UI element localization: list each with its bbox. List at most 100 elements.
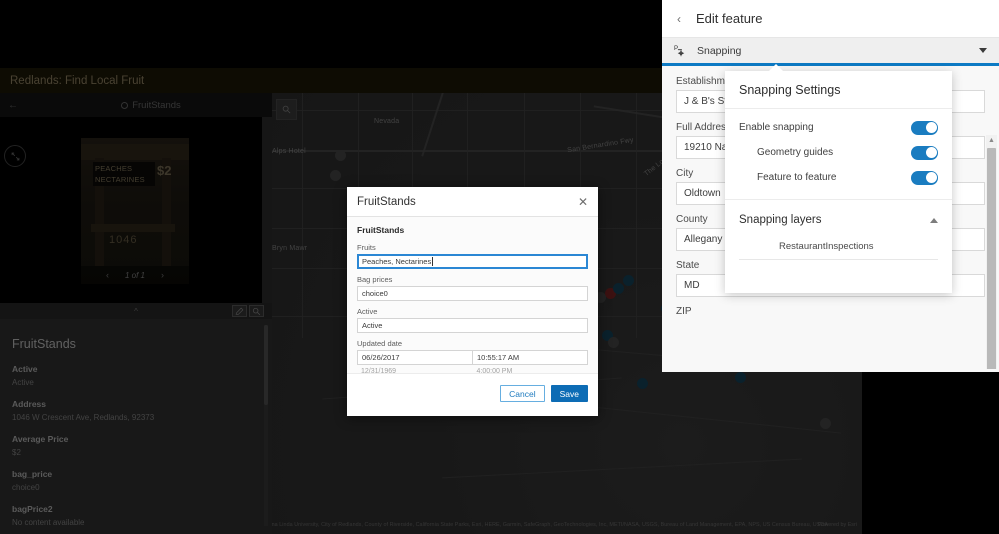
photo-prev-button[interactable]: ‹: [106, 270, 109, 280]
field-label: ZIP: [676, 306, 692, 317]
modal-section-title: FruitStands: [357, 225, 405, 235]
fruits-input[interactable]: Peaches, Nectarines: [357, 254, 588, 269]
popup-panel-topbar: ← FruitStands: [0, 93, 272, 117]
form-field-fruits: Fruits Peaches, Nectarines: [357, 243, 588, 269]
photo-next-button[interactable]: ›: [161, 270, 164, 280]
map-point[interactable]: [335, 150, 346, 161]
feature-attributes-panel[interactable]: FruitStands Active Active Address 1046 W…: [0, 319, 272, 534]
photo-shelf: [91, 224, 175, 232]
snapping-settings-title: Snapping Settings: [725, 71, 952, 109]
modal-title: FruitStands: [357, 195, 416, 208]
svg-text:P: P: [674, 45, 678, 52]
toggle-row-enable-snapping[interactable]: Enable snapping: [725, 115, 952, 140]
popup-tool-buttons: [232, 305, 264, 317]
attribute-value: $2: [12, 448, 21, 457]
form-field-updated-date: Updated date 06/26/2017 10:55:17 AM 12/3…: [357, 339, 588, 375]
attribute-row: Address 1046 W Crescent Ave, Redlands, 9…: [12, 399, 260, 422]
photo-sign: PEACHES NECTARINES: [93, 162, 155, 186]
attribute-row: bagPrice2 No content available: [12, 504, 260, 527]
edit-field-zip: ZIP: [676, 306, 985, 317]
attribute-value: choice0: [12, 483, 40, 492]
updated-date-value: 06/26/2017: [362, 353, 400, 362]
save-button[interactable]: Save: [550, 385, 588, 402]
snapping-toggle-row[interactable]: P Snapping: [662, 38, 999, 66]
updated-date-hint-date: 12/31/1969: [361, 368, 397, 375]
app-title: Redlands: Find Local Fruit: [10, 74, 145, 87]
updated-time-value: 10:55:17 AM: [477, 353, 520, 362]
map-point[interactable]: [623, 275, 634, 286]
snapping-icon: P: [674, 45, 685, 56]
feature-photo[interactable]: PEACHES NECTARINES $2 1046 ‹ 1 of 1 ›: [81, 138, 189, 284]
expand-collapse-button[interactable]: [4, 145, 26, 167]
updated-time-input[interactable]: 10:55:17 AM: [473, 350, 588, 365]
enable-snapping-switch[interactable]: [911, 120, 938, 135]
snapping-layers-header[interactable]: Snapping layers: [725, 200, 952, 232]
updated-date-input[interactable]: 06/26/2017: [357, 350, 473, 365]
photo-sign-line2: NECTARINES: [95, 175, 145, 184]
map-point[interactable]: [637, 378, 648, 389]
edit-feature-button[interactable]: [232, 305, 247, 317]
modal-header: FruitStands ✕: [347, 187, 598, 217]
county-value: Allegany: [684, 234, 723, 245]
active-input[interactable]: Active: [357, 318, 588, 333]
photo-navigation: ‹ 1 of 1 ›: [81, 266, 189, 284]
state-value: MD: [684, 280, 700, 291]
text-caret: [432, 257, 434, 266]
edit-panel-scrollbar-thumb[interactable]: [987, 148, 996, 369]
map-point[interactable]: [613, 283, 624, 294]
magnifier-icon: [252, 307, 261, 315]
modal-body: FruitStands Fruits Peaches, Nectarines B…: [347, 217, 598, 375]
map-point[interactable]: [608, 337, 619, 348]
chevron-left-icon[interactable]: ‹: [662, 12, 696, 26]
modal-footer: Cancel Save: [347, 373, 598, 413]
switch-knob: [925, 147, 937, 158]
fruitstands-edit-modal: FruitStands ✕ FruitStands Fruits Peaches…: [347, 187, 598, 416]
field-label: Updated date: [357, 339, 403, 348]
edit-panel-header: ‹ Edit feature: [662, 0, 999, 38]
photo-counter: 1 of 1: [124, 270, 145, 280]
map-label: Alps Hotel: [272, 148, 306, 155]
map-powered-by: Powered by Esri: [817, 522, 857, 528]
updated-date-hint: 12/31/1969 4:00:00 PM: [357, 368, 588, 375]
toggle-label: Geometry guides: [757, 147, 834, 158]
map-search-button[interactable]: [276, 99, 297, 120]
field-label: Bag prices: [357, 275, 393, 284]
feature-to-feature-switch[interactable]: [911, 170, 938, 185]
city-value: Oldtown: [684, 188, 721, 199]
toggle-row-geometry-guides[interactable]: Geometry guides: [725, 140, 952, 165]
panel-back-button[interactable]: ←: [0, 100, 30, 111]
attribute-label: bagPrice2: [12, 504, 53, 514]
panel-title-label: FruitStands: [132, 99, 181, 111]
photo-sign-line1: PEACHES: [95, 164, 133, 173]
cancel-button[interactable]: Cancel: [500, 385, 545, 402]
pencil-icon: [235, 307, 244, 315]
collapse-caret-icon[interactable]: ^: [134, 307, 138, 316]
edit-panel-title: Edit feature: [696, 11, 763, 26]
switch-knob: [925, 172, 937, 183]
bag-prices-value: choice0: [362, 289, 388, 298]
map-label: Bryn Mawr: [272, 245, 308, 252]
fruits-input-value: Peaches, Nectarines: [362, 257, 432, 266]
close-icon[interactable]: ✕: [578, 196, 588, 208]
attribute-label: Address: [12, 399, 47, 409]
toggle-row-feature-to-feature[interactable]: Feature to feature: [725, 165, 952, 190]
map-point[interactable]: [735, 372, 746, 383]
map-point[interactable]: [330, 170, 341, 181]
search-icon: [282, 105, 291, 114]
bag-prices-input[interactable]: choice0: [357, 286, 588, 301]
chevron-up-icon[interactable]: [930, 217, 938, 223]
snapping-settings-popover: Snapping Settings Enable snapping Geomet…: [725, 64, 952, 293]
zoom-to-feature-button[interactable]: [249, 305, 264, 317]
snapping-layer-item[interactable]: RestaurantInspections: [739, 232, 938, 260]
field-label: Fruits: [357, 243, 376, 252]
panel-title: FruitStands: [30, 100, 272, 111]
switch-knob: [925, 122, 937, 133]
attr-scrollbar-thumb[interactable]: [264, 325, 268, 405]
form-field-active: Active Active: [357, 307, 588, 333]
scroll-up-icon[interactable]: ▲: [987, 136, 996, 146]
chevron-down-icon[interactable]: [979, 48, 987, 53]
map-point[interactable]: [820, 418, 831, 429]
attribute-row: Active Active: [12, 364, 260, 387]
geometry-guides-switch[interactable]: [911, 145, 938, 160]
attribute-label: Average Price: [12, 434, 69, 444]
